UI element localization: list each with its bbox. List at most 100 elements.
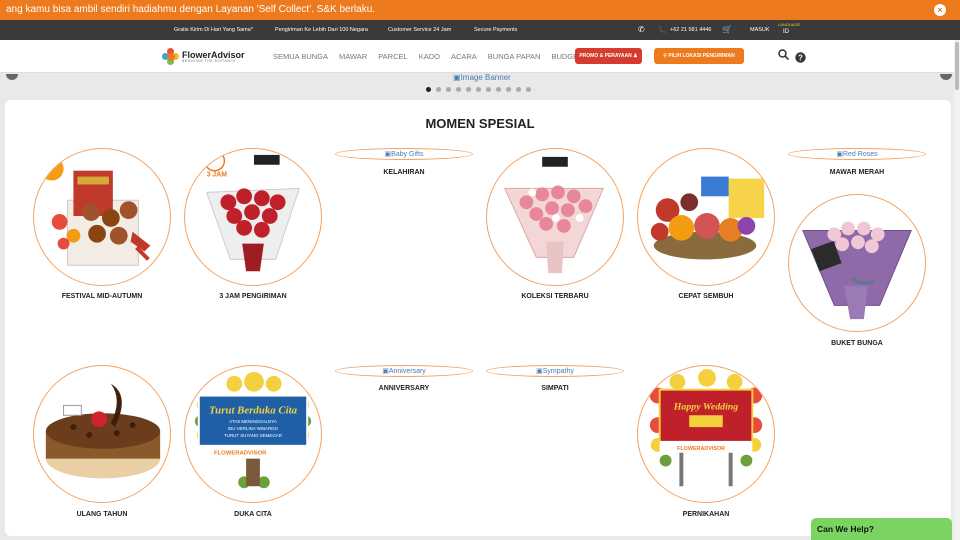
login-link[interactable]: MASUK	[750, 27, 770, 33]
category-label: ULANG TAHUN	[76, 511, 128, 518]
category-image-broken: ▣Baby Gifts	[335, 148, 473, 160]
search-icon[interactable]	[778, 49, 789, 60]
nav-kado[interactable]: KADO	[419, 52, 440, 61]
whatsapp-icon[interactable]: ✆	[638, 25, 645, 34]
banner-dot[interactable]	[506, 87, 511, 92]
image-alt: Anniversary	[388, 368, 426, 375]
main-header: FlowerAdvisor BRIDGING THE DISTANCE SEMU…	[0, 40, 960, 73]
category-item[interactable]: Happy Wedding FLOWERADVISOR PERNIKAHAN	[636, 365, 776, 518]
broken-image-icon: ▣	[382, 368, 389, 375]
banner-prev-icon[interactable]	[6, 74, 18, 80]
pink-bouquet-image	[503, 156, 605, 274]
category-item[interactable]: CEPAT SEMBUH	[636, 148, 776, 300]
banner-next-icon[interactable]	[940, 74, 952, 80]
wedding-board-image: Happy Wedding FLOWERADVISOR	[649, 368, 763, 487]
condolence-board-image: Turut Berduka Cita ATAS MENINGGALNYA IBU…	[194, 371, 312, 489]
board-line: TURUT SUYANG SEMEGAR	[224, 433, 282, 438]
chocolate-cake-image	[45, 383, 161, 479]
category-label: 3 JAM PENGIRIMAN	[219, 293, 287, 300]
nav-mawar[interactable]: MAWAR	[339, 52, 367, 61]
banner-dot[interactable]	[516, 87, 521, 92]
section-title: MOMEN SPESIAL	[425, 116, 535, 131]
purple-bouquet-image	[802, 221, 912, 320]
category-image-broken: ▣Red Roses	[788, 148, 926, 160]
broken-image-icon: ▣	[453, 73, 461, 82]
banner-dot[interactable]	[466, 87, 471, 92]
banner-dot[interactable]	[446, 87, 451, 92]
banner-dot[interactable]	[456, 87, 461, 92]
info-same-day: Gratis Kirim Di Hari Yang Sama*	[174, 27, 253, 33]
phone-number[interactable]: +62 21 581 4446	[670, 27, 711, 33]
category-label: KOLEKSI TERBARU	[521, 293, 589, 300]
category-item[interactable]: ULANG TAHUN	[32, 365, 172, 518]
promo-button[interactable]: PROMO & PERAYAAN ♟	[575, 48, 642, 64]
phone-icon: 📞	[658, 27, 667, 34]
nav-parcel[interactable]: PARCEL	[378, 52, 407, 61]
category-item[interactable]: ▣Sympathy SIMPATI	[485, 365, 625, 392]
category-image	[637, 148, 775, 286]
scrollbar-thumb[interactable]	[955, 42, 959, 90]
category-item[interactable]: FESTIVAL MID-AUTUMN	[32, 148, 172, 300]
category-label: CEPAT SEMBUH	[678, 293, 734, 300]
category-label: FESTIVAL MID-AUTUMN	[61, 293, 143, 300]
board-line: ATAS MENINGGALNYA	[229, 419, 276, 424]
banner-image-alt: Image Banner	[460, 73, 511, 82]
category-label: SIMPATI	[541, 385, 569, 392]
banner-dot[interactable]	[486, 87, 491, 92]
category-item[interactable]: KOLEKSI TERBARU	[485, 148, 625, 300]
info-secure-payments: Secure Payments	[474, 27, 518, 33]
category-item[interactable]: ▣Baby Gifts KELAHIRAN	[334, 148, 474, 176]
banner-dot[interactable]	[426, 87, 431, 92]
category-image	[33, 365, 171, 503]
category-label: KELAHIRAN	[383, 169, 425, 176]
banner-dot[interactable]	[476, 87, 481, 92]
fruit-basket-image	[650, 176, 765, 260]
image-alt: Baby Gifts	[391, 151, 424, 158]
language-label: LANGUAGE	[778, 22, 801, 27]
banner-image[interactable]: ▣Image Banner	[453, 73, 511, 82]
broken-image-icon: ▣	[536, 368, 543, 375]
nav-acara[interactable]: ACARA	[451, 52, 477, 61]
category-label: PERNIKAHAN	[682, 511, 730, 518]
image-alt: Sympathy	[542, 368, 574, 375]
flower-logo-icon	[162, 48, 180, 66]
category-image	[486, 148, 624, 286]
category-item[interactable]: 3 JAM 3 JAM PENGIRIMAN	[183, 148, 323, 300]
banner-dot[interactable]	[526, 87, 531, 92]
mooncake-hamper-image	[39, 156, 151, 266]
category-image: 3 JAM	[184, 148, 322, 286]
board-brand: FLOWERADVISOR	[214, 451, 267, 457]
promo-text: ang kamu bisa ambil sendiri hadiahmu den…	[6, 4, 376, 15]
category-item[interactable]: ▣Red Roses MAWAR MERAH	[787, 148, 927, 176]
info-countries: Pengiriman Ke Lebih Dari 100 Negara	[275, 27, 368, 33]
category-image: Happy Wedding FLOWERADVISOR	[637, 365, 775, 503]
logo-tagline: BRIDGING THE DISTANCE	[182, 58, 237, 63]
red-rose-bouquet-image: 3 JAM	[203, 150, 301, 272]
close-icon[interactable]: ×	[934, 4, 946, 16]
category-image-broken: ▣Sympathy	[486, 365, 624, 377]
category-image-broken: ▣Anniversary	[335, 365, 473, 377]
bell-icon: ♟	[633, 53, 638, 59]
info-bar: Gratis Kirim Di Hari Yang Sama* Pengirim…	[0, 20, 960, 40]
language-selector[interactable]: ID	[783, 29, 789, 35]
info-customer-service: Customer Service 24 Jam	[388, 27, 452, 33]
category-item[interactable]: ▣Anniversary ANNIVERSARY	[334, 365, 474, 392]
help-icon[interactable]: ?	[795, 52, 806, 63]
logo[interactable]: FlowerAdvisor BRIDGING THE DISTANCE	[162, 48, 245, 66]
main-nav: SEMUA BUNGA MAWAR PARCEL KADO ACARA BUNG…	[273, 52, 583, 61]
nav-semua-bunga[interactable]: SEMUA BUNGA	[273, 52, 328, 61]
nav-bunga-papan[interactable]: BUNGA PAPAN	[488, 52, 541, 61]
category-item[interactable]: Turut Berduka Cita ATAS MENINGGALNYA IBU…	[183, 365, 323, 518]
cart-icon[interactable]: 🛒	[722, 25, 732, 34]
chat-help-button[interactable]: Can We Help?	[811, 518, 952, 540]
location-button-label: PILIH LOKASI PENGIRIMAN	[668, 53, 735, 59]
scrollbar[interactable]	[954, 40, 960, 540]
board-title: Turut Berduka Cita	[209, 404, 298, 416]
promo-button-label: PROMO & PERAYAAN	[579, 53, 632, 59]
category-item[interactable]: BUKET BUNGA	[787, 194, 927, 347]
banner-dot[interactable]	[496, 87, 501, 92]
banner-dot[interactable]	[436, 87, 441, 92]
location-button[interactable]: ⚲ PILIH LOKASI PENGIRIMAN	[654, 48, 744, 64]
category-label: DUKA CITA	[234, 511, 272, 518]
board-title: Happy Wedding	[673, 401, 739, 412]
